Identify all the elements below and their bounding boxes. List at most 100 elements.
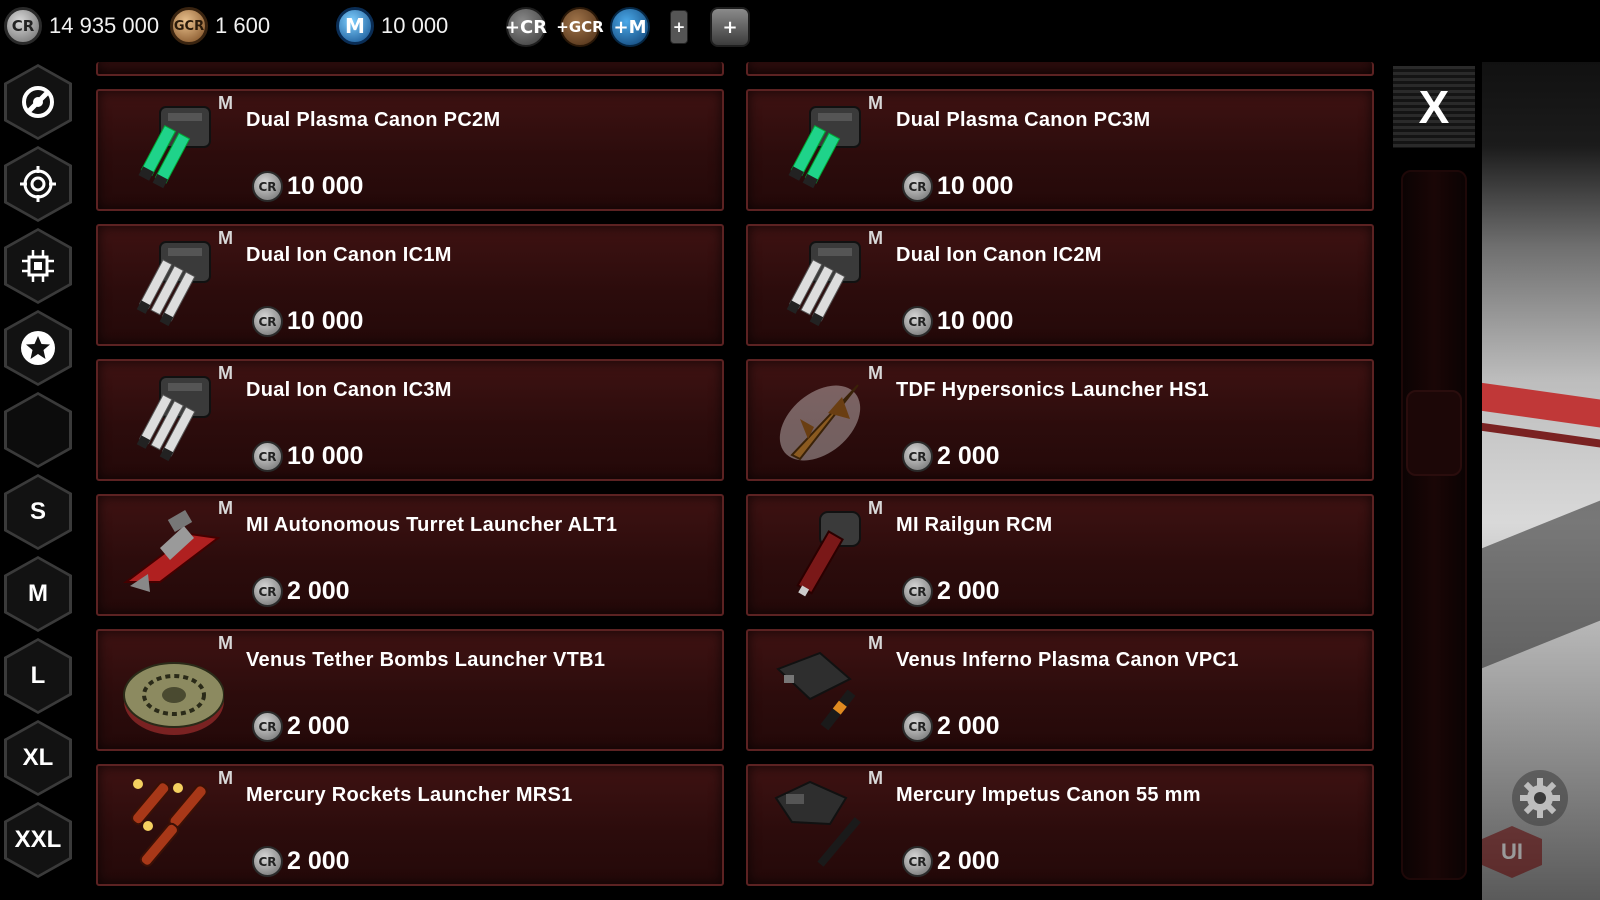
add-item-button[interactable]: + xyxy=(670,10,688,44)
m-points-value: 10 000 xyxy=(381,13,449,38)
item-size-badge: M xyxy=(868,498,883,518)
item-card[interactable]: M Dual Plasma Canon PC3M CR 10 000 xyxy=(746,89,1374,211)
ion-canon-thumbnail xyxy=(120,369,224,473)
rockets-thumbnail xyxy=(120,774,224,878)
item-price-value: 10 000 xyxy=(937,307,1014,335)
item-card[interactable]: M Venus Tether Bombs Launcher VTB1 CR 2 000 xyxy=(96,629,724,751)
item-price-value: 10 000 xyxy=(287,172,364,200)
category-tab-modules[interactable] xyxy=(4,228,72,304)
item-size-badge: M xyxy=(868,93,883,113)
item-card[interactable]: M Dual Ion Canon IC1M CR 10 000 xyxy=(96,224,724,346)
add-m-points-button[interactable]: +M xyxy=(610,7,650,47)
item-card[interactable]: M MI Railgun RCM CR 2 000 xyxy=(746,494,1374,616)
item-price-value: 2 000 xyxy=(937,442,1000,470)
close-icon: X xyxy=(1418,81,1450,133)
m-points-balance: M 10 000 xyxy=(336,6,448,46)
item-name: Dual Ion Canon IC1M xyxy=(246,244,452,266)
scrollbar-track[interactable] xyxy=(1401,170,1467,880)
item-card[interactable]: M MI Autonomous Turret Launcher ALT1 CR 2 0… xyxy=(96,494,724,616)
item-price: CR 10 000 xyxy=(252,306,363,337)
item-size-badge: M xyxy=(218,93,233,113)
scrollbar-thumb[interactable] xyxy=(1406,390,1462,476)
item-price-value: 2 000 xyxy=(937,577,1000,605)
credits-coin-icon: CR xyxy=(252,846,283,877)
item-card-partial xyxy=(746,62,1374,76)
star-icon xyxy=(7,313,69,383)
item-price: CR 2 000 xyxy=(902,576,1000,607)
category-tab-weapons[interactable] xyxy=(4,64,72,140)
item-price-value: 10 000 xyxy=(287,442,364,470)
item-name: Mercury Impetus Canon 55 mm xyxy=(896,784,1201,806)
currency-bar: CR 14 935 000 GCR 1 600 M 10 000 +CR +GC… xyxy=(0,0,1600,60)
item-size-badge: M xyxy=(218,228,233,248)
credits-coin-icon: CR xyxy=(252,576,283,607)
item-name: MI Autonomous Turret Launcher ALT1 xyxy=(246,514,618,536)
item-name: MI Railgun RCM xyxy=(896,514,1053,536)
add-credits-button[interactable]: +CR xyxy=(505,7,547,47)
item-price-value: 10 000 xyxy=(937,172,1014,200)
item-size-badge: M xyxy=(868,633,883,653)
credits-coin-icon: CR xyxy=(252,306,283,337)
item-card[interactable]: M Mercury Impetus Canon 55 mm CR 2 000 xyxy=(746,764,1374,886)
item-size-badge: M xyxy=(868,363,883,383)
settings-button[interactable] xyxy=(1512,770,1568,826)
item-size-badge: M xyxy=(218,363,233,383)
item-card[interactable]: M TDF Hypersonics Launcher HS1 CR 2 000 xyxy=(746,359,1374,481)
item-name: Dual Ion Canon IC3M xyxy=(246,379,452,401)
item-name: Venus Inferno Plasma Canon VPC1 xyxy=(896,649,1239,671)
item-card-partial xyxy=(96,62,724,76)
ion-canon-thumbnail xyxy=(770,234,874,338)
item-name: Mercury Rockets Launcher MRS1 xyxy=(246,784,573,806)
credits-coin-icon: CR xyxy=(4,7,42,45)
railgun-thumbnail xyxy=(770,504,874,608)
credits-coin-icon: CR xyxy=(902,846,933,877)
item-card[interactable]: M Venus Inferno Plasma Canon VPC1 CR 2 000 xyxy=(746,629,1374,751)
category-tab-empty xyxy=(4,392,72,468)
item-card[interactable]: M Dual Plasma Canon PC2M CR 10 000 xyxy=(96,89,724,211)
chip-icon xyxy=(7,231,69,301)
item-price: CR 10 000 xyxy=(252,171,363,202)
item-card[interactable]: M Mercury Rockets Launcher MRS1 CR 2 000 xyxy=(96,764,724,886)
category-sidebar: S M L XL XXL xyxy=(0,62,80,900)
size-filter-m-label: M xyxy=(7,559,69,629)
ion-canon-thumbnail xyxy=(120,234,224,338)
plasma-canon-thumbnail xyxy=(120,99,224,203)
inferno-canon-thumbnail xyxy=(770,639,874,743)
item-price-value: 10 000 xyxy=(287,307,364,335)
add-gold-credits-button[interactable]: +GCR xyxy=(556,7,604,47)
size-filter-l[interactable]: L xyxy=(4,638,72,714)
item-card[interactable]: M Dual Ion Canon IC2M CR 10 000 xyxy=(746,224,1374,346)
item-name: Dual Plasma Canon PC3M xyxy=(896,109,1151,131)
gold-credits-coin-icon: GCR xyxy=(170,7,208,45)
gold-credits-value: 1 600 xyxy=(215,13,271,38)
item-price-value: 2 000 xyxy=(287,847,350,875)
item-price-value: 2 000 xyxy=(937,847,1000,875)
item-price: CR 2 000 xyxy=(252,576,350,607)
size-filter-xxl-label: XXL xyxy=(7,805,69,875)
close-button[interactable]: X xyxy=(1393,66,1475,148)
size-filter-s-label: S xyxy=(7,477,69,547)
item-price: CR 2 000 xyxy=(252,846,350,877)
credits-coin-icon: CR xyxy=(252,441,283,472)
size-filter-xl[interactable]: XL xyxy=(4,720,72,796)
item-card[interactable]: M Dual Ion Canon IC3M CR 10 000 xyxy=(96,359,724,481)
item-name: Dual Plasma Canon PC2M xyxy=(246,109,501,131)
item-price: CR 10 000 xyxy=(902,306,1013,337)
credits-coin-icon: CR xyxy=(902,171,933,202)
item-price: CR 2 000 xyxy=(902,846,1000,877)
size-filter-s[interactable]: S xyxy=(4,474,72,550)
category-tab-special[interactable] xyxy=(4,310,72,386)
category-tab-targeting[interactable] xyxy=(4,146,72,222)
add-container-button[interactable]: + xyxy=(710,7,750,47)
credits-coin-icon: CR xyxy=(252,711,283,742)
size-filter-xxl[interactable]: XXL xyxy=(4,802,72,878)
gold-credits-balance: GCR 1 600 xyxy=(170,6,270,46)
item-name: Venus Tether Bombs Launcher VTB1 xyxy=(246,649,606,671)
item-size-badge: M xyxy=(218,768,233,788)
credits-coin-icon: CR xyxy=(902,576,933,607)
size-filter-xl-label: XL xyxy=(7,723,69,793)
item-size-badge: M xyxy=(218,498,233,518)
size-filter-m[interactable]: M xyxy=(4,556,72,632)
crosshair-icon xyxy=(7,149,69,219)
tether-bomb-thumbnail xyxy=(120,639,225,743)
